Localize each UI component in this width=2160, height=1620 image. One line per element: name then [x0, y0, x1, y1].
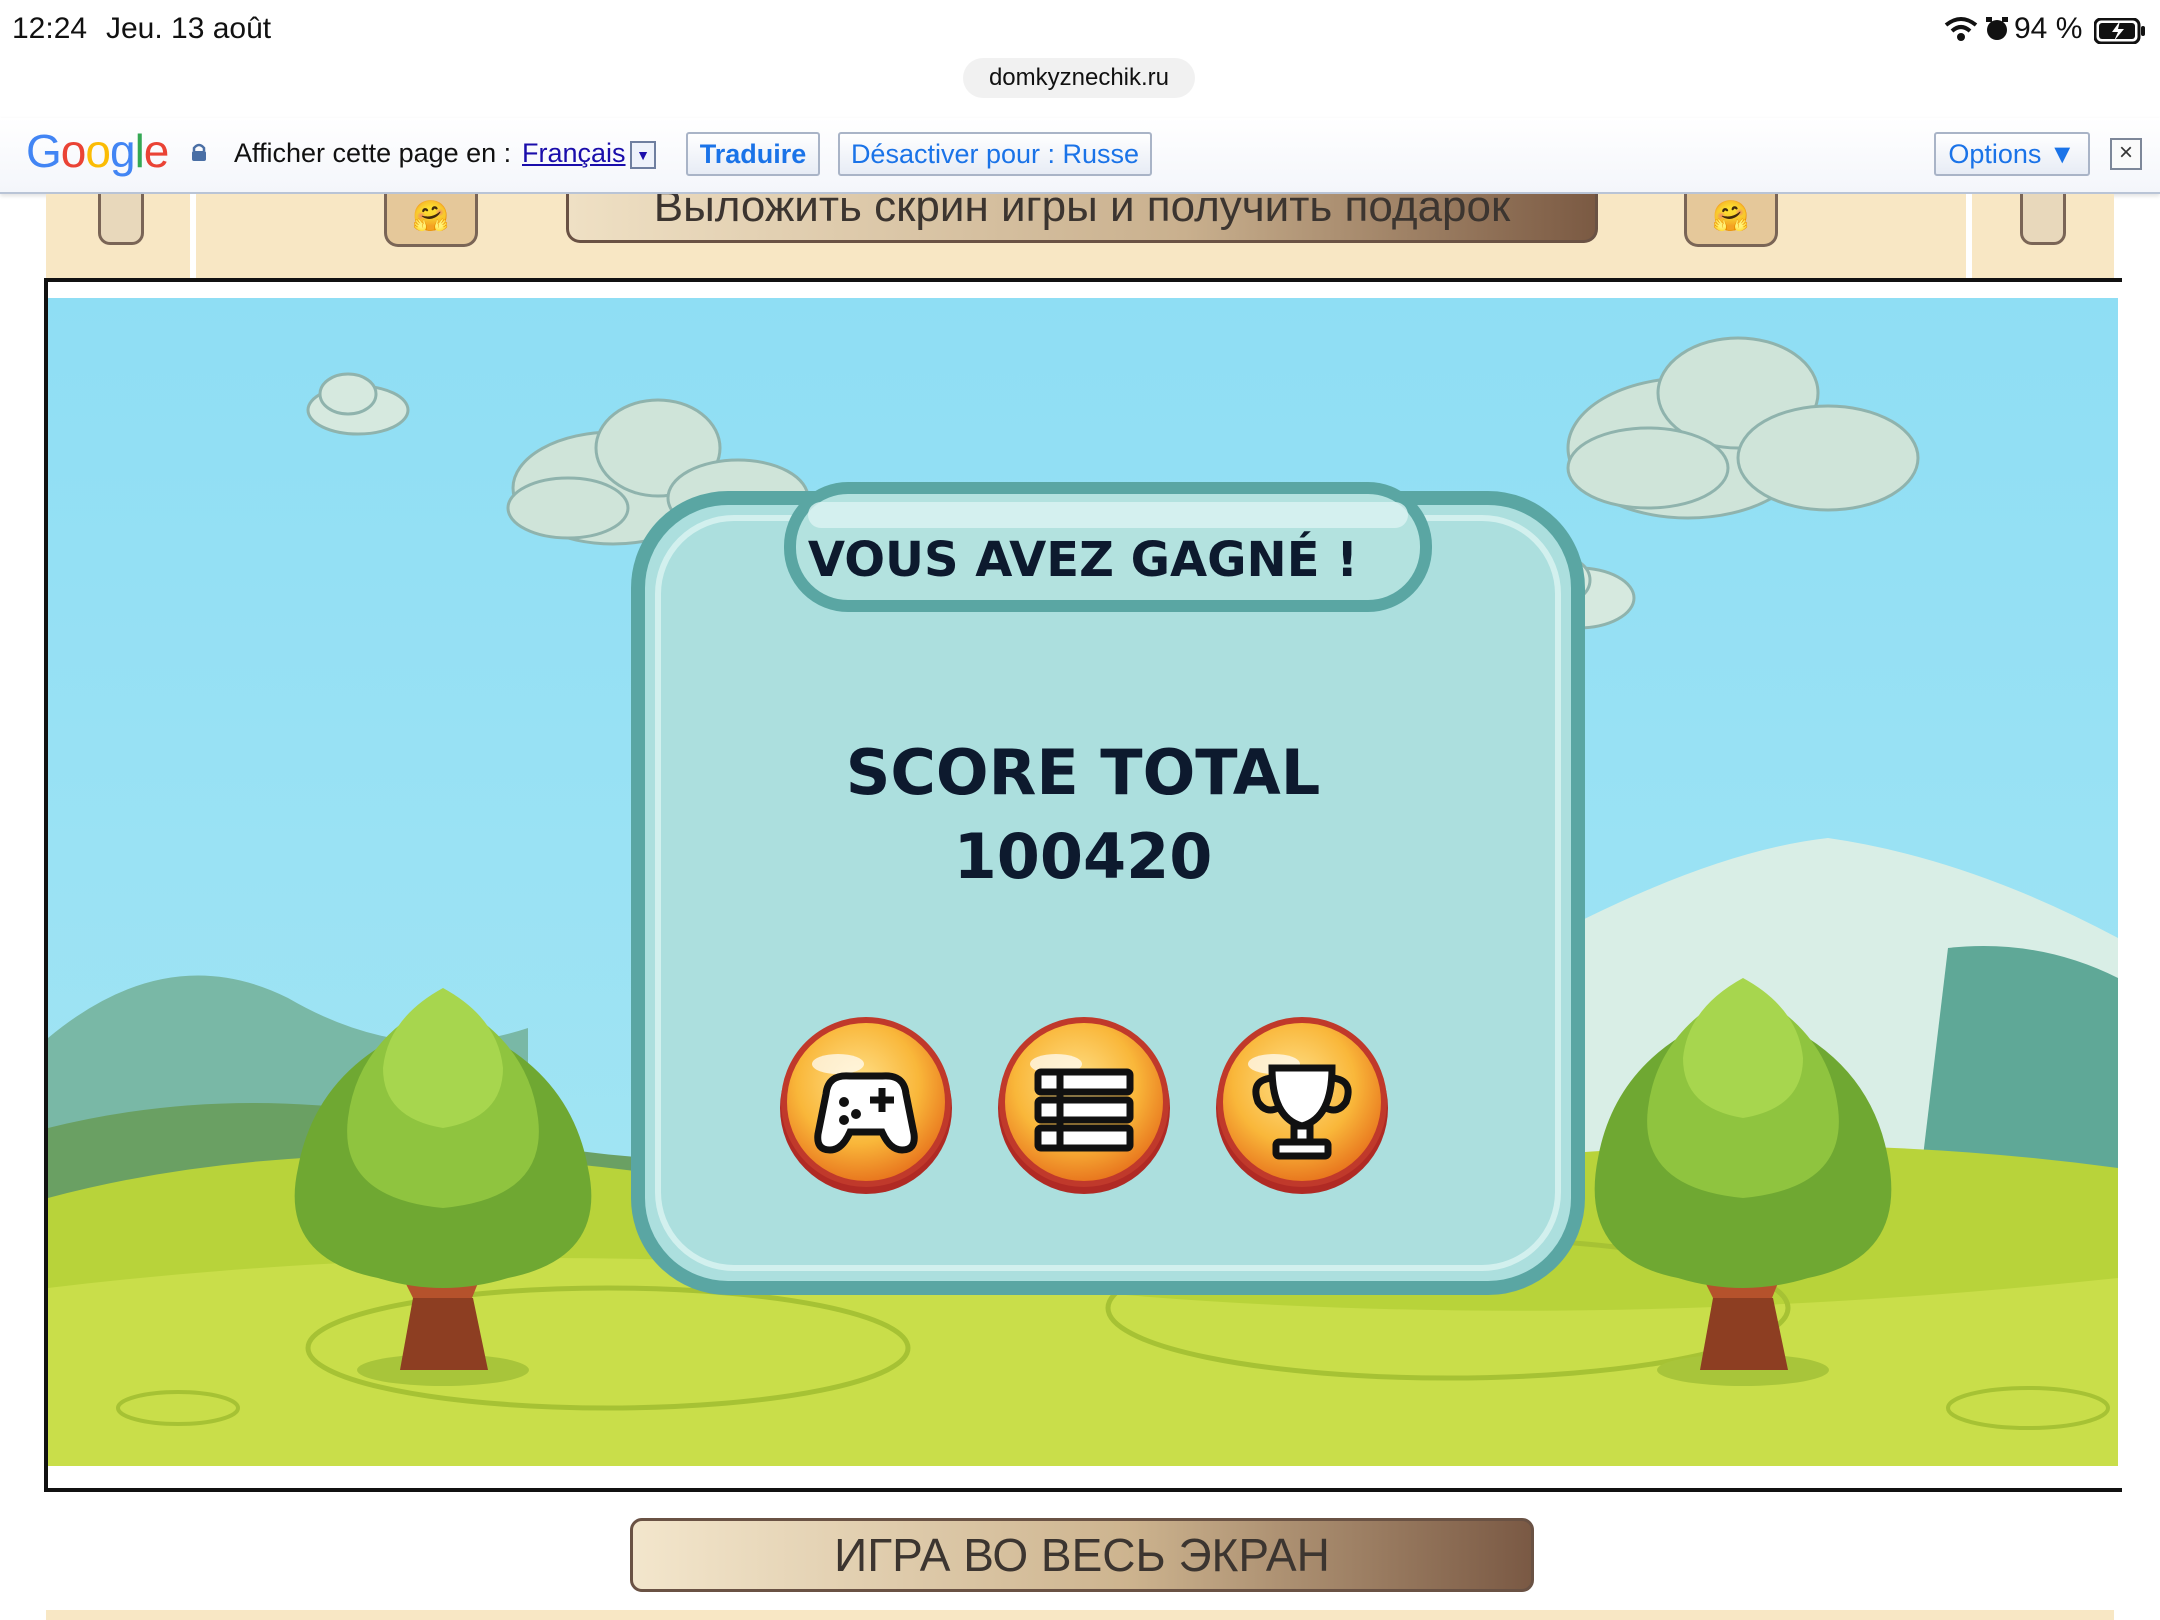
battery-percent: 94 %	[2014, 12, 2083, 45]
site-bottom-strip	[46, 1610, 2114, 1620]
play-again-button[interactable]	[778, 1022, 954, 1194]
emoji-icon: 🤗	[384, 194, 478, 247]
score-label: SCORE TOTAL	[845, 736, 1321, 809]
lock-icon	[192, 143, 206, 161]
share-screenshot-button[interactable]: Выложить скрин игры и получить подарок	[566, 194, 1598, 243]
menu-button[interactable]	[996, 1022, 1172, 1194]
strip-tab	[98, 194, 144, 245]
alarm-icon	[1986, 17, 2008, 40]
status-time: 12:24	[12, 12, 88, 45]
close-translate-bar-button[interactable]: ×	[2110, 138, 2142, 170]
disable-translation-button[interactable]: Désactiver pour : Russe	[838, 132, 1152, 176]
strip-tab	[2020, 194, 2066, 245]
panel-title: VOUS AVEZ GAGNÉ !	[807, 532, 1359, 588]
emoji-icon: 🤗	[1684, 194, 1778, 247]
strip-divider	[190, 194, 196, 278]
google-logo: Google	[26, 125, 169, 177]
status-bar	[0, 0, 2160, 62]
strip-divider	[1966, 194, 1972, 278]
translate-button[interactable]: Traduire	[686, 132, 820, 176]
battery-charging-icon	[2094, 18, 2145, 44]
address-bar[interactable]: domkyznechik.ru	[963, 58, 1195, 98]
translate-prompt: Afficher cette page en :	[234, 138, 512, 168]
trophy-icon	[1252, 1064, 1352, 1160]
status-date: Jeu. 13 août	[106, 12, 272, 45]
menu-list-icon	[1034, 1068, 1134, 1152]
language-dropdown-icon[interactable]: ▼	[630, 141, 656, 169]
language-select[interactable]: Français	[522, 138, 626, 169]
score-value: 100420	[953, 820, 1213, 893]
options-button[interactable]: Options ▼	[1934, 132, 2090, 176]
fullscreen-button[interactable]: ИГРА ВО ВЕСЬ ЭКРАН	[630, 1518, 1534, 1592]
gamepad-icon	[814, 1072, 918, 1154]
leaderboard-button[interactable]	[1214, 1022, 1390, 1194]
wifi-icon	[1944, 17, 1978, 41]
